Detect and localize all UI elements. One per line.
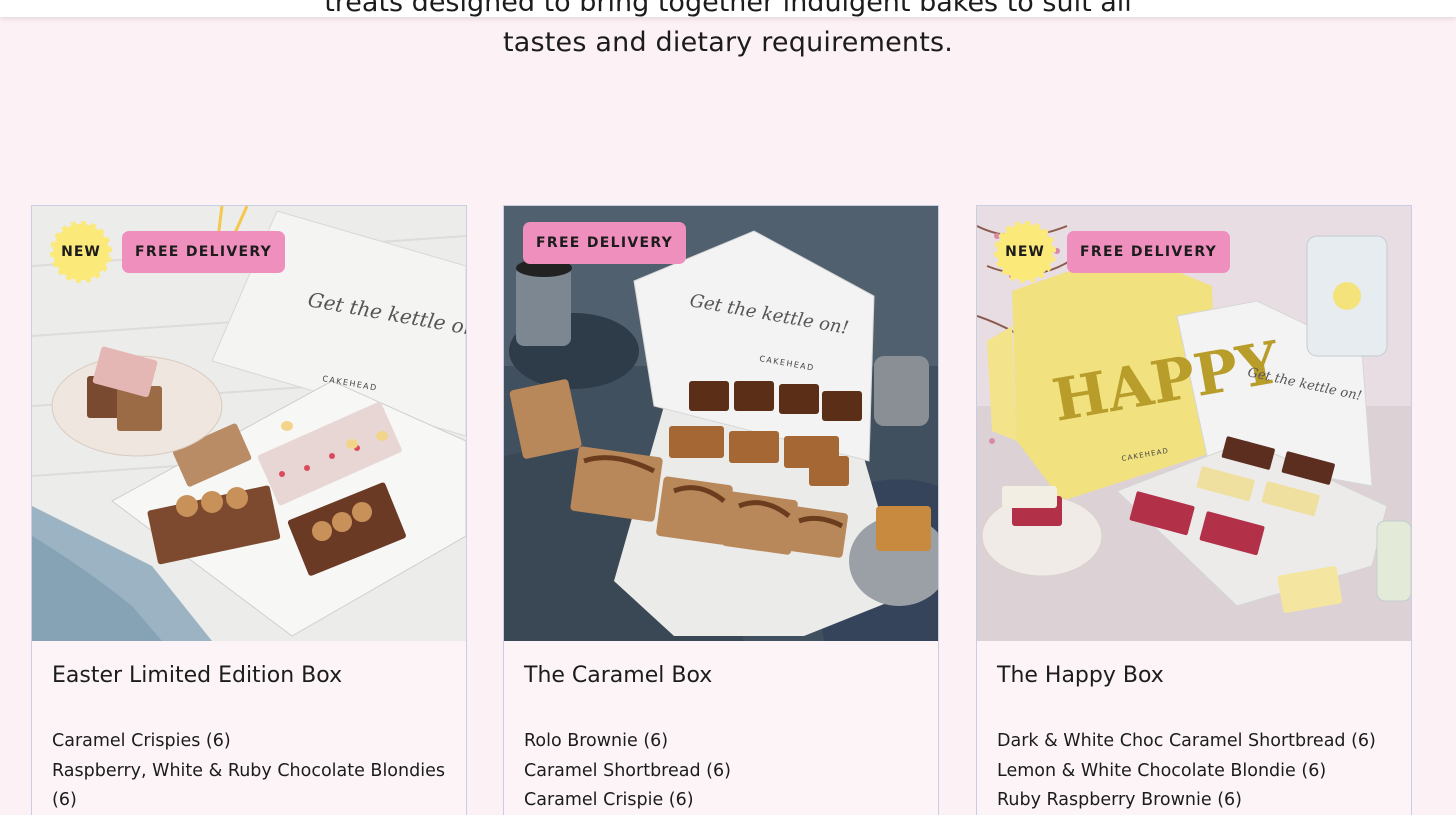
new-badge: NEW [994,221,1056,283]
product-contents-list: Rolo Brownie (6) Caramel Shortbread (6) … [524,727,924,815]
list-item: Caramel Crispies (6) [52,731,231,751]
intro-text: tastes and dietary requirements. [502,27,954,58]
product-contents-list: Caramel Crispies (6) Raspberry, White & … [52,727,452,815]
free-delivery-badge: FREE DELIVERY [122,231,286,273]
product-title[interactable]: Easter Limited Edition Box [52,663,342,688]
product-image-caramel[interactable]: Get the kettle on! CAKEHEAD [504,206,938,641]
product-card-happy[interactable]: HAPPY Get the kettle on! CAKEHEAD NEW FR… [976,205,1412,815]
product-card-easter[interactable]: Get the kettle on! CAKEHEAD NEW FREE DEL… [31,205,467,815]
product-contents-list: Dark & White Choc Caramel Shortbread (6)… [997,727,1397,815]
new-badge: NEW [50,221,112,283]
list-item: Ruby Raspberry Brownie (6) [997,790,1242,810]
free-delivery-badge: FREE DELIVERY [1067,231,1231,273]
list-item: Dark & White Choc Caramel Shortbread (6) [997,731,1376,751]
list-item: Caramel Shortbread (6) [524,760,731,781]
top-nav-bar: treats designed to bring together indulg… [0,0,1456,17]
intro-text-cut: treats designed to bring together indulg… [324,0,1132,17]
free-delivery-badge: FREE DELIVERY [523,222,687,264]
product-card-caramel[interactable]: Get the kettle on! CAKEHEAD FREE DELIVER… [503,205,939,815]
list-item: Lemon & White Chocolate Blondie (6) [997,760,1327,781]
list-item: Caramel Crispie (6) [524,790,694,810]
list-item: Rolo Brownie (6) [524,731,669,751]
product-title[interactable]: The Happy Box [997,663,1164,688]
product-title[interactable]: The Caramel Box [524,663,712,688]
list-item: Raspberry, White & Ruby Chocolate Blondi… [52,760,445,811]
